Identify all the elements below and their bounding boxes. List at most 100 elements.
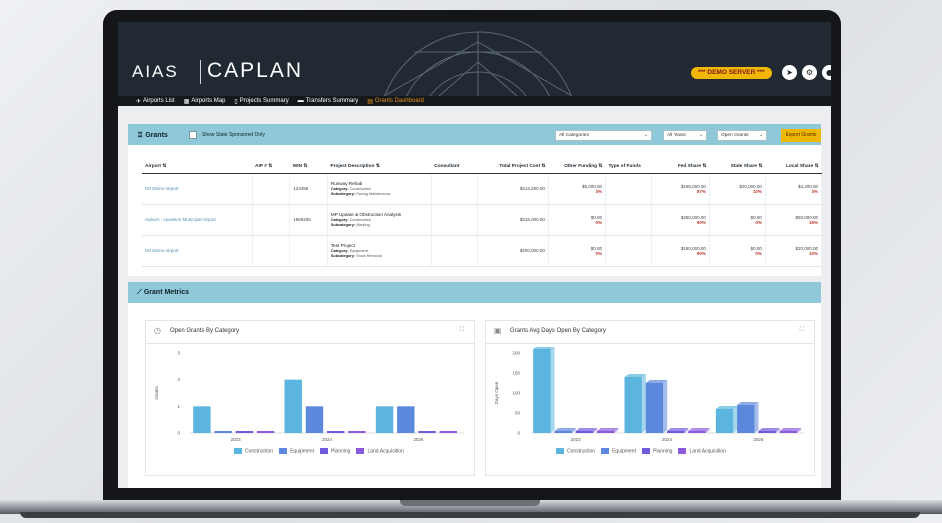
export-grants-button[interactable]: Export Grants (781, 129, 821, 142)
expand-icon[interactable]: ⛶ (460, 326, 464, 334)
table-row[interactable]: MJ Demo Airport 123456 Runway Rehab Categ… (142, 173, 823, 205)
expand-icon[interactable]: ⛶ (800, 326, 804, 334)
open-grants-chart: 0 1 2 3 Grants 2023 2024 2026 (154, 351, 464, 442)
legend-planning[interactable]: Planning (641, 448, 672, 454)
bar[interactable] (737, 405, 755, 433)
airport-cell[interactable]: MJ Demo Airport (142, 173, 253, 205)
airport-link[interactable]: Auburn - Lewiston Municipal Airport (145, 217, 216, 222)
logo-divider (200, 60, 201, 84)
award-icon: ♖ (137, 132, 144, 139)
bar[interactable] (397, 406, 415, 433)
airport-cell[interactable]: Auburn - Lewiston Municipal Airport (142, 204, 253, 236)
legend-equipment[interactable]: Equipment (601, 448, 636, 454)
bar[interactable] (596, 431, 615, 433)
status-select[interactable]: Open Grants ⌄ (717, 130, 767, 141)
type-of-funds-cell (605, 204, 652, 236)
col-total-cost[interactable]: Total Project Cost ⇅ (477, 160, 549, 174)
y-tick-label: 150 (512, 371, 520, 376)
bar[interactable] (439, 431, 457, 433)
bar[interactable] (645, 383, 664, 433)
col-win[interactable]: WIN ⇅ (289, 160, 328, 174)
rocket-icon[interactable]: ➤ (782, 65, 797, 80)
bar[interactable] (256, 431, 275, 433)
bar[interactable] (284, 379, 302, 433)
nav-airports-map[interactable]: ▦ Airports Map (184, 98, 226, 105)
bar[interactable] (235, 431, 254, 433)
col-other-funding[interactable]: Other Funding ⇅ (548, 160, 606, 174)
bar[interactable] (375, 406, 394, 433)
col-aip[interactable]: AIP # ⇅ (252, 160, 290, 174)
total-cost-cell: $200,000.00 (477, 235, 549, 267)
bar[interactable] (327, 431, 345, 433)
y-tick-label: 100 (512, 391, 520, 396)
gears-icon[interactable]: ⚙ (802, 65, 817, 80)
y-tick-label: 3 (177, 351, 180, 356)
user-icon[interactable]: ● (822, 65, 831, 80)
year-select[interactable]: All Years ⌄ (663, 130, 707, 141)
app-header: AIAS CAPLAN *** DEMO SERVER *** ➤ ⚙ ● (118, 22, 831, 96)
pct-value: 87% (696, 188, 706, 194)
consultant-cell (431, 173, 478, 205)
col-consultant: Consultant (431, 160, 478, 174)
pct-value: 10% (752, 188, 762, 194)
y-tick-label: 200 (512, 351, 520, 356)
airport-link[interactable]: MJ Demo Airport (145, 248, 179, 253)
category-select[interactable]: All Categories ⌄ (555, 130, 652, 141)
chevron-down-icon: ⌄ (643, 133, 648, 138)
airport-link[interactable]: MJ Demo Airport (145, 186, 179, 191)
legend-construction[interactable]: Construction (234, 448, 273, 454)
nav-airports-list[interactable]: ✈ Airports List (136, 98, 175, 105)
col-type-of-funds: Type of Funds (605, 160, 652, 174)
bar[interactable] (305, 406, 324, 433)
bar[interactable] (533, 349, 551, 433)
state-sponsored-checkbox[interactable] (189, 131, 197, 139)
grant-metrics-header: ⟋ Grant Metrics (128, 282, 821, 303)
col-description[interactable]: Project Description ⇅ (327, 160, 432, 174)
bar[interactable] (715, 409, 734, 433)
project-title: Test Project (330, 243, 355, 248)
bar[interactable] (758, 431, 776, 433)
bar[interactable] (193, 406, 211, 433)
bar[interactable] (554, 431, 572, 433)
bar[interactable] (418, 431, 436, 433)
category-value: Construction (349, 187, 372, 191)
bar[interactable] (348, 431, 366, 433)
open-grants-chart-card: ◷ Open Grants By Category ⛶ 0 1 2 3 Grants 20… (145, 320, 475, 476)
legend-land-acquisition[interactable]: Land Acquisition (678, 448, 726, 454)
airport-cell[interactable]: MJ Demo Airport (142, 235, 253, 267)
table-row[interactable]: Auburn - Lewiston Municipal Airport 1869… (142, 204, 823, 236)
state-share-cell: $0.00 0% (709, 204, 766, 236)
x-tick-label: 2024 (322, 437, 333, 442)
table-row[interactable]: MJ Demo Airport Test Project Category: Eq… (142, 235, 823, 267)
col-airport[interactable]: Airport ⇅ (142, 160, 253, 174)
bar[interactable] (624, 377, 642, 433)
col-local-share[interactable]: Local Share ⇅ (765, 160, 822, 174)
bar[interactable] (688, 431, 706, 433)
stopwatch-icon: ◷ (154, 326, 161, 335)
bar[interactable] (575, 431, 594, 433)
other-funding-cell: $5,000.00 3% (548, 173, 606, 205)
y-tick-label: 1 (177, 404, 180, 409)
bar[interactable] (214, 431, 232, 433)
bar[interactable] (667, 431, 685, 433)
col-fed-share[interactable]: Fed Share ⇅ (651, 160, 710, 174)
legend-planning[interactable]: Planning (319, 448, 350, 454)
description-cell: Runway Rehab Category: Construction Subcat… (327, 173, 432, 205)
nav-projects-summary[interactable]: ▯ Projects Summary (234, 98, 288, 105)
legend-land-acquisition[interactable]: Land Acquisition (356, 448, 404, 454)
bar[interactable] (779, 431, 797, 433)
legend-equipment[interactable]: Equipment (279, 448, 314, 454)
grant-metrics-card: ⟋ Grant Metrics ◷ Open Grants By Categor… (128, 282, 821, 488)
grants-card: ♖ Grants Show State Sponsored Only All C… (128, 124, 823, 276)
local-share-cell: $4,200.00 3% (765, 173, 823, 205)
bar-side (550, 347, 555, 433)
category-value: Equipment (349, 249, 368, 253)
nav-grants-dashboard[interactable]: ▤ Grants Dashboard (367, 98, 424, 105)
legend-construction[interactable]: Construction (556, 448, 595, 454)
bar-side (641, 374, 646, 433)
bar-side (663, 380, 668, 433)
win-cell: 123456 (289, 173, 328, 205)
nav-transfers-summary[interactable]: ▬ Transfers Summary (298, 98, 358, 104)
pct-value: 90% (696, 250, 706, 256)
col-state-share[interactable]: State Share ⇅ (709, 160, 766, 174)
